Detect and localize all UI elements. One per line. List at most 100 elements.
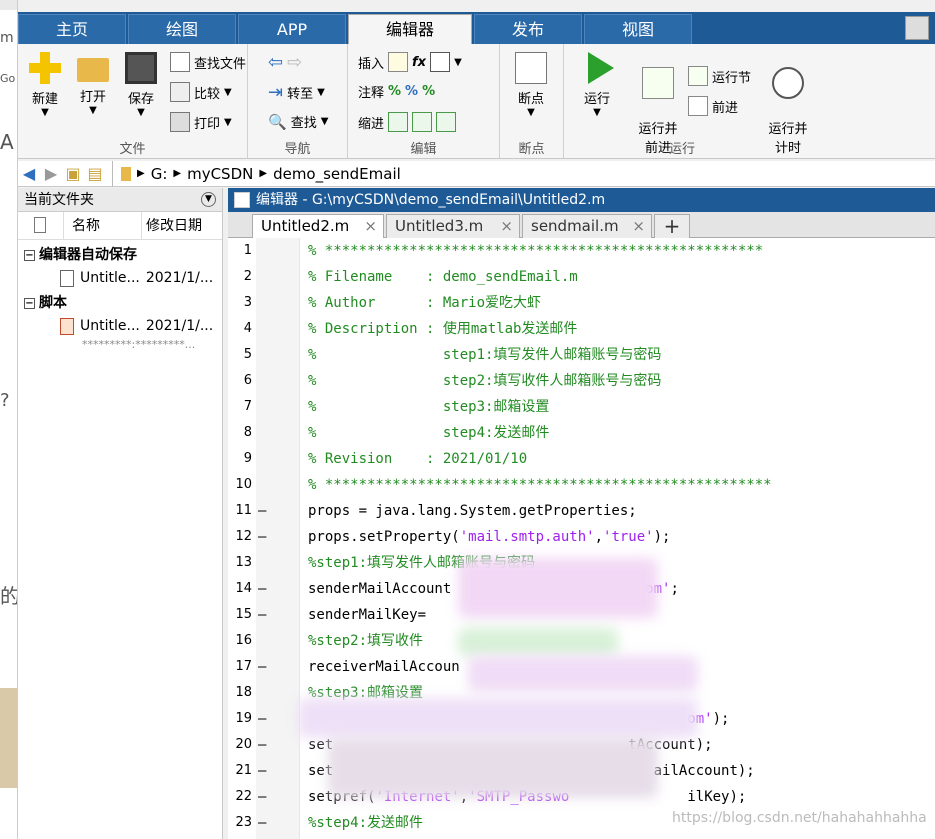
breakpoint-marker[interactable]: — [258,602,266,628]
compare-button[interactable]: 比较 ▼ [170,82,232,102]
code-line[interactable]: 11 — props = java.lang.System.getPropertie… [228,498,935,524]
wrap-comment-icon[interactable]: % [422,84,435,99]
new-button[interactable]: 新建 ▼ [20,52,70,118]
code-token: % **************************************… [308,477,772,493]
breakpoint-marker[interactable]: — [258,524,266,550]
group-run-label: 运行 [668,142,695,157]
breakpoint-marker[interactable]: — [258,706,266,732]
breakpoint-marker[interactable]: — [258,498,266,524]
ribbon-toolbar: 新建 ▼ 打开 ▼ 保存 ▼ 查找文件 比较 ▼ 打印 ▼ 文件 ⇦ ⇨ ⇥ 转至 ▼ 🔍 查找 ▼… [18,44,935,159]
breakpoint-marker[interactable]: — [258,732,266,758]
increase-indent-icon[interactable] [412,112,433,132]
run-section-button[interactable]: 运行节 [688,66,751,86]
insert-button[interactable]: 插入 fx ▼ [358,52,462,72]
breakpoint-marker[interactable]: — [258,784,266,810]
comment-label: 注释 [358,86,385,101]
list-item[interactable]: Untitle... 2021/1/... [18,266,222,290]
back-icon[interactable]: ◀ [18,164,40,184]
watermark-text: https://blog.csdn.net/hahahahhahha [672,810,927,826]
back-arrow-icon[interactable]: ⇦ [268,52,283,73]
code-line[interactable]: 2 % Filename : demo_sendEmail.m [228,264,935,290]
chevron-right-icon[interactable]: ▶ [173,168,181,179]
section-autosave[interactable]: − 编辑器自动保存 [18,244,222,266]
date-column-header[interactable]: 修改日期 [142,212,222,239]
fx-icon[interactable]: fx [412,55,426,70]
breakpoint-marker[interactable]: — [258,758,266,784]
run-button[interactable]: 运行 ▼ [572,52,622,118]
tab-publish[interactable]: 发布 [474,14,582,44]
breadcrumb-drive[interactable]: G: [151,165,168,183]
find-files-button[interactable]: 查找文件 [170,52,246,72]
line-number: 1 [243,243,252,258]
run-section-icon [688,66,708,86]
percent-icon[interactable]: % [388,84,401,99]
collapse-icon[interactable]: − [24,297,35,309]
save-button[interactable]: 保存 ▼ [116,52,166,118]
code-line[interactable]: 7 % step3:邮箱设置 [228,394,935,420]
breadcrumb-demo-sendemail[interactable]: demo_sendEmail [273,165,401,183]
code-line[interactable]: 10 % ************************************… [228,472,935,498]
new-tab-button[interactable]: + [654,214,690,238]
type-column-header[interactable] [18,212,64,239]
name-column-header[interactable]: 名称 [64,212,142,239]
goto-button[interactable]: ⇥ 转至 ▼ [268,82,325,103]
insert-function-icon[interactable] [430,52,451,72]
forward-arrow-icon[interactable]: ⇨ [287,52,302,73]
code-line[interactable]: 8 % step4:发送邮件 [228,420,935,446]
tab-label: Untitled2.m [261,217,350,235]
code-editor[interactable]: 1 % *************************************… [228,238,935,839]
code-line[interactable]: 12 — props.setProperty('mail.smtp.auth','t… [228,524,935,550]
tab-home[interactable]: 主页 [18,14,126,44]
advance-button[interactable]: 前进 [688,96,738,116]
forward-icon[interactable]: ▶ [40,164,62,184]
section-scripts[interactable]: − 脚本 [18,292,222,314]
code-line[interactable]: 3 % Author : Mario爱吃大虾 [228,290,935,316]
code-line[interactable]: 5 % step1:填写发件人邮箱账号与密码 [228,342,935,368]
tab-editor[interactable]: 编辑器 [348,14,472,44]
up-folder-icon[interactable]: ▣ [62,164,84,184]
close-icon[interactable]: × [364,215,377,237]
code-line[interactable]: 6 % step2:填写收件人邮箱账号与密码 [228,368,935,394]
decrease-indent-icon[interactable] [436,112,457,132]
code-line[interactable]: 4 % Description : 使用matlab发送邮件 [228,316,935,342]
file-description: *********:*********... [82,338,196,351]
editor-tab-sendmail[interactable]: sendmail.m × [522,214,652,238]
tab-apps[interactable]: APP [238,14,346,44]
editor-tab-untitled2[interactable]: Untitled2.m × [252,214,384,239]
quick-save-icon[interactable] [905,16,929,40]
comment-button[interactable]: 注释%%% [358,82,435,101]
background-panel [0,688,17,788]
chevron-right-icon[interactable]: ▶ [259,168,267,179]
open-button[interactable]: 打开 ▼ [68,52,118,116]
code-line[interactable]: 1 % *************************************… [228,238,935,264]
code-token: ); [653,529,671,545]
close-icon[interactable]: × [500,215,513,237]
smart-indent-icon[interactable] [388,112,409,132]
code-token: % step1:填写发件人邮箱账号与密码 [308,347,662,363]
browse-folder-icon[interactable]: ▤ [84,164,106,184]
m-file-icon [60,269,74,287]
indent-button[interactable]: 缩进 [358,112,457,132]
tab-plots[interactable]: 绘图 [128,14,236,44]
panel-menu-icon[interactable]: ▼ [201,192,216,207]
print-button[interactable]: 打印 ▼ [170,112,232,132]
chevron-right-icon[interactable]: ▶ [137,168,145,179]
collapse-icon[interactable]: − [24,249,35,261]
back-forward-buttons[interactable]: ⇦ ⇨ [268,52,302,73]
new-label: 新建 [31,92,58,107]
breakpoint-marker[interactable]: — [258,810,266,836]
list-item[interactable]: Untitle... 2021/1/... [18,314,222,338]
floppy-icon [125,52,157,84]
magnifier-icon: 🔍 [268,112,287,131]
tab-view[interactable]: 视图 [584,14,692,44]
breakpoint-marker[interactable]: — [258,576,266,602]
code-line[interactable]: 9 % Revision : 2021/01/10 [228,446,935,472]
breadcrumb-mycsdn[interactable]: myCSDN [187,165,253,183]
breakpoints-button[interactable]: 断点 ▼ [506,52,556,118]
close-icon[interactable]: × [632,215,645,237]
find-button[interactable]: 🔍 查找 ▼ [268,112,328,132]
breakpoint-marker[interactable]: — [258,654,266,680]
bleed-text-3: A [0,130,14,154]
uncomment-icon[interactable]: % [405,84,418,99]
editor-tab-untitled3[interactable]: Untitled3.m × [386,214,520,238]
